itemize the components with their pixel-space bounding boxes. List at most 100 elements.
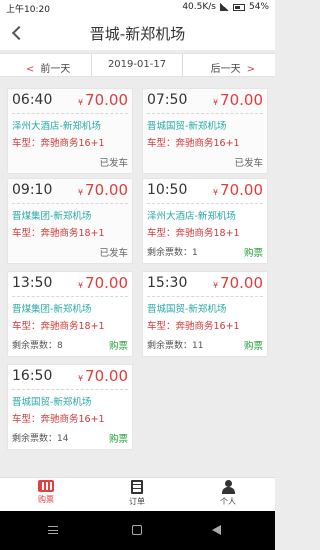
ticket-price: ¥70.00 xyxy=(213,274,263,292)
title-bar: 晋城-新郑机场 xyxy=(0,16,275,50)
ticket-price: ¥70.00 xyxy=(213,91,263,109)
status-time: 上午10:20 xyxy=(6,5,50,15)
divider xyxy=(12,203,128,204)
ticket-price: ¥70.00 xyxy=(78,91,128,109)
vehicle-model: 车型：奔驰商务16+1 xyxy=(147,321,240,332)
network-speed: 40.5K/s xyxy=(182,2,216,12)
trip-card[interactable]: 13:50 ¥70.00 晋煤集团-新郑机场 车型：奔驰商务18+1 剩余票数：8 购票 xyxy=(7,271,133,357)
currency-symbol: ¥ xyxy=(77,281,84,290)
route-text: 晋城国贸-新郑机场 xyxy=(12,397,92,408)
back-triangle-icon[interactable] xyxy=(212,525,221,535)
price-value: 70.00 xyxy=(85,274,128,292)
status-indicators: 40.5K/s 54% xyxy=(182,2,269,12)
ticket-price: ¥70.00 xyxy=(213,181,263,199)
currency-symbol: ¥ xyxy=(212,188,219,197)
tab-label: 订单 xyxy=(129,497,145,506)
price-value: 70.00 xyxy=(220,181,263,199)
route-text: 晋城国贸-新郑机场 xyxy=(147,304,227,315)
currency-symbol: ¥ xyxy=(212,98,219,107)
trip-card[interactable]: 06:40 ¥70.00 泽州大酒店-新郑机场 车型：奔驰商务16+1 已发车 xyxy=(7,88,133,174)
battery-icon xyxy=(232,3,245,11)
buy-ticket-button[interactable]: 购票 xyxy=(244,338,263,352)
departed-status: 已发车 xyxy=(234,158,263,169)
trip-card[interactable]: 15:30 ¥70.00 晋城国贸-新郑机场车型：奔驰商务16+1 剩余票数：11 购票 xyxy=(142,271,268,357)
departure-time: 09:10 xyxy=(12,182,53,198)
signal-icon xyxy=(219,3,229,11)
departure-time: 10:50 xyxy=(147,182,188,198)
route-text: 晋煤集团-新郑机场 xyxy=(12,304,92,315)
tab-label: 个人 xyxy=(220,497,236,506)
buy-ticket-button[interactable]: 购票 xyxy=(244,245,263,259)
route-text: 泽州大酒店-新郑机场 xyxy=(147,211,236,222)
currency-symbol: ¥ xyxy=(77,374,84,383)
route-text: 泽州大酒店-新郑机场 xyxy=(12,121,101,132)
currency-symbol: ¥ xyxy=(77,188,84,197)
price-value: 70.00 xyxy=(85,91,128,109)
departure-time: 07:50 xyxy=(147,92,188,108)
divider xyxy=(147,113,263,114)
date-navigation: < 前一天 2019-01-17 后一天 > xyxy=(0,53,275,77)
route-text: 晋煤集团-新郑机场 xyxy=(12,211,92,222)
currency-symbol: ¥ xyxy=(77,98,84,107)
ticket-price: ¥70.00 xyxy=(78,367,128,385)
order-icon xyxy=(131,480,143,494)
departed-status: 已发车 xyxy=(99,248,128,259)
price-value: 70.00 xyxy=(220,91,263,109)
divider xyxy=(12,113,128,114)
remaining-seats: 剩余票数：1 xyxy=(147,248,198,258)
ticket-price: ¥70.00 xyxy=(78,181,128,199)
price-value: 70.00 xyxy=(85,181,128,199)
vehicle-model: 车型：奔驰商务18+1 xyxy=(147,228,240,239)
vehicle-model: 车型：奔驰商务16+1 xyxy=(147,138,240,149)
menu-icon[interactable] xyxy=(48,526,58,534)
tab-profile[interactable]: 个人 xyxy=(198,480,258,507)
vehicle-model: 车型：奔驰商务16+1 xyxy=(12,414,105,425)
remaining-seats: 剩余票数：8 xyxy=(12,341,63,351)
vehicle-model: 车型：奔驰商务16+1 xyxy=(12,138,105,149)
remaining-seats: 剩余票数：11 xyxy=(147,341,204,351)
card-footer: 剩余票数：1 购票 xyxy=(147,245,263,259)
chevron-right-icon: > xyxy=(246,64,255,75)
price-value: 70.00 xyxy=(220,274,263,292)
departure-time: 06:40 xyxy=(12,92,53,108)
prev-day-label: 前一天 xyxy=(40,64,71,75)
next-day-button[interactable]: 后一天 > xyxy=(211,60,255,75)
prev-day-button[interactable]: < 前一天 xyxy=(26,60,70,75)
next-day-label: 后一天 xyxy=(210,64,241,75)
system-nav-bar xyxy=(0,511,275,550)
tab-buy-ticket[interactable]: 购票 xyxy=(16,480,76,505)
divider xyxy=(12,389,128,390)
ticket-icon xyxy=(38,480,54,492)
battery-level: 54% xyxy=(248,2,269,12)
status-bar: 上午10:20 40.5K/s 54% xyxy=(0,0,275,16)
home-icon[interactable] xyxy=(132,525,142,535)
departure-time: 13:50 xyxy=(12,275,53,291)
current-date: 2019-01-17 xyxy=(91,54,183,76)
departure-time: 15:30 xyxy=(147,275,188,291)
card-footer: 剩余票数：8 购票 xyxy=(12,338,128,352)
card-footer: 剩余票数：14 购票 xyxy=(12,431,128,445)
departure-time: 16:50 xyxy=(12,368,53,384)
page-title: 晋城-新郑机场 xyxy=(89,25,186,43)
ticket-price: ¥70.00 xyxy=(78,274,128,292)
departed-status: 已发车 xyxy=(99,158,128,169)
buy-ticket-button[interactable]: 购票 xyxy=(109,338,128,352)
chevron-left-icon: < xyxy=(26,64,35,75)
bottom-tab-bar: 购票 订单 个人 xyxy=(0,477,275,511)
user-icon xyxy=(221,480,235,494)
vehicle-model: 车型：奔驰商务18+1 xyxy=(12,228,105,239)
card-footer: 剩余票数：11 购票 xyxy=(147,338,263,352)
trip-card[interactable]: 10:50 ¥70.00 泽州大酒店-新郑机场 车型：奔驰商务18+1 剩余票数：1 购票 xyxy=(142,178,268,264)
divider xyxy=(12,296,128,297)
trip-card[interactable]: 07:50 ¥70.00 晋城国贸-新郑机场车型：奔驰商务16+1 已发车 xyxy=(142,88,268,174)
remaining-seats: 剩余票数：14 xyxy=(12,434,69,444)
trip-card[interactable]: 09:10 ¥70.00 晋煤集团-新郑机场车型：奔驰商务18+1 已发车 xyxy=(7,178,133,264)
trip-card[interactable]: 16:50 ¥70.00 晋城国贸-新郑机场车型：奔驰商务16+1 剩余票数：14 购票 xyxy=(7,364,133,450)
route-text: 晋城国贸-新郑机场 xyxy=(147,121,227,132)
divider xyxy=(147,296,263,297)
divider xyxy=(147,203,263,204)
currency-symbol: ¥ xyxy=(212,281,219,290)
tab-orders[interactable]: 订单 xyxy=(107,480,167,507)
price-value: 70.00 xyxy=(85,367,128,385)
buy-ticket-button[interactable]: 购票 xyxy=(109,431,128,445)
